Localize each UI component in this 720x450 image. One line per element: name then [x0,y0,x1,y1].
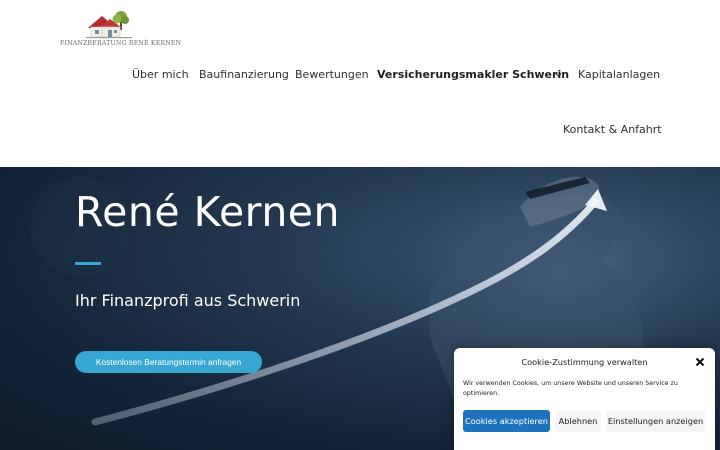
consultation-request-button[interactable]: Kostenlosen Beratungstermin anfragen [75,351,262,373]
site-header: FINANZBERATUNG RENÉ KERNEN Über mich Bau… [0,0,720,167]
cookie-dialog-title: Cookie-Zustimmung verwalten [521,357,648,367]
nav-item-bewertungen[interactable]: Bewertungen [295,67,369,83]
nav-item-baufinanzierung[interactable]: Baufinanzierung [199,67,289,83]
hero-title: René Kernen [75,188,341,236]
site-logo[interactable]: FINANZBERATUNG RENÉ KERNEN [60,8,181,50]
logo-text: FINANZBERATUNG RENÉ KERNEN [60,40,182,47]
nav-item-kontakt-anfahrt[interactable]: Kontakt & Anfahrt [563,122,662,138]
close-icon[interactable] [694,356,706,368]
chevron-down-icon[interactable] [555,72,562,78]
cookie-consent-dialog: Cookie-Zustimmung verwalten Wir verwende… [454,348,715,450]
cookie-settings-button[interactable]: Einstellungen anzeigen [606,410,705,432]
house-with-tree-logo-icon [86,11,132,39]
deny-cookies-button[interactable]: Ablehnen [555,410,601,432]
cookie-dialog-text: Wir verwenden Cookies, um unsere Website… [463,380,678,397]
hero-accent-divider [75,262,101,265]
nav-item-kapitalanlagen[interactable]: Kapitalanlagen [578,67,660,83]
nav-item-ueber-mich[interactable]: Über mich [132,67,189,83]
nav-item-versicherungsmakler-schwerin[interactable]: Versicherungsmakler Schwerin [377,67,569,83]
accept-cookies-button[interactable]: Cookies akzeptieren [463,410,550,432]
hero-subtitle: Ihr Finanzprofi aus Schwerin [75,291,301,310]
